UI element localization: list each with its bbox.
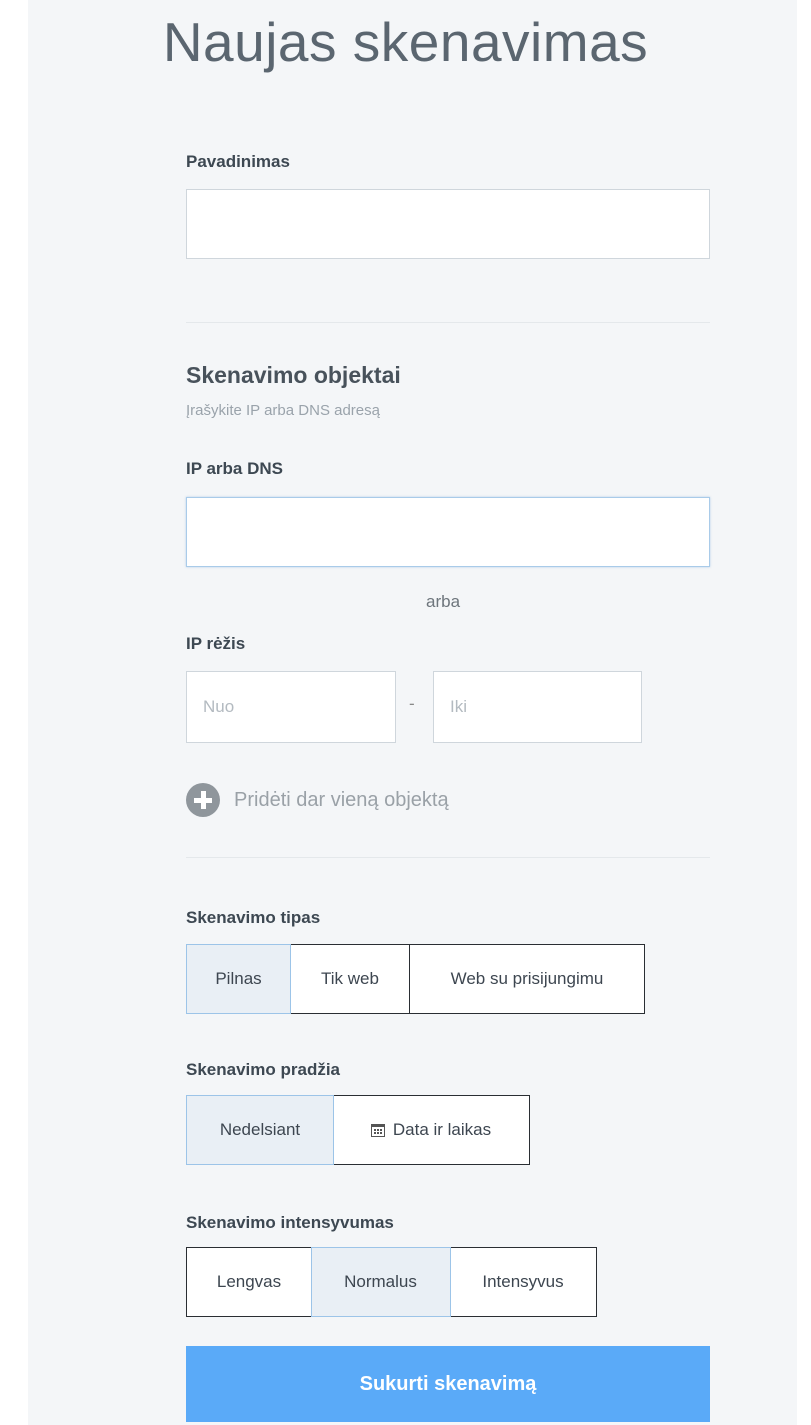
scan-intensity-option-normalus[interactable]: Normalus bbox=[310, 1247, 451, 1317]
plus-circle-icon bbox=[186, 783, 220, 817]
ip-range-label: IP rėžis bbox=[186, 634, 246, 653]
page-container: Naujas skenavimas Pavadinimas Skenavimo … bbox=[0, 0, 811, 1425]
name-label: Pavadinimas bbox=[186, 152, 290, 171]
scan-intensity-toggle-group: Lengvas Normalus Intensyvus bbox=[186, 1247, 597, 1317]
scan-type-label: Skenavimo tipas bbox=[186, 908, 321, 927]
ip-dns-input[interactable] bbox=[186, 497, 710, 567]
page-right-margin bbox=[797, 0, 811, 1425]
scan-type-toggle-group: Pilnas Tik web Web su prisijungimu bbox=[186, 944, 645, 1014]
scan-type-option-web-su-prisijungimu[interactable]: Web su prisijungimu bbox=[409, 944, 645, 1014]
name-input[interactable] bbox=[186, 189, 710, 259]
page-left-margin bbox=[0, 0, 28, 1425]
scan-start-toggle-group: Nedelsiant Data ir laikas bbox=[186, 1095, 530, 1165]
calendar-icon bbox=[370, 1123, 385, 1137]
targets-section-title: Skenavimo objektai bbox=[186, 362, 401, 388]
section-divider bbox=[186, 322, 710, 323]
scan-type-option-tik-web[interactable]: Tik web bbox=[289, 944, 411, 1014]
or-separator-text: arba bbox=[426, 592, 461, 611]
scan-type-option-pilnas[interactable]: Pilnas bbox=[186, 944, 291, 1014]
scan-intensity-option-intensyvus[interactable]: Intensyvus bbox=[449, 1247, 597, 1317]
scan-start-option-data-ir-laikas-label: Data ir laikas bbox=[392, 1120, 492, 1139]
add-target-label: Pridėti dar vieną objektą bbox=[234, 788, 449, 811]
ip-dns-label: IP arba DNS bbox=[186, 459, 284, 478]
ip-range-to-input[interactable] bbox=[433, 671, 642, 743]
scan-intensity-label: Skenavimo intensyvumas bbox=[186, 1213, 394, 1232]
scan-start-label: Skenavimo pradžia bbox=[186, 1060, 341, 1079]
ip-range-separator: - bbox=[409, 694, 415, 713]
page-title: Naujas skenavimas bbox=[162, 11, 649, 73]
scan-start-option-nedelsiant[interactable]: Nedelsiant bbox=[186, 1095, 334, 1165]
targets-hint: Įrašykite IP arba DNS adresą bbox=[186, 402, 380, 419]
create-scan-button[interactable]: Sukurti skenavimą bbox=[186, 1346, 710, 1422]
add-target-button[interactable]: Pridėti dar vieną objektą bbox=[186, 782, 449, 818]
scan-intensity-option-lengvas[interactable]: Lengvas bbox=[186, 1247, 312, 1317]
scan-start-option-data-ir-laikas[interactable]: Data ir laikas bbox=[332, 1095, 530, 1165]
section-divider bbox=[186, 857, 710, 858]
ip-range-from-input[interactable] bbox=[186, 671, 396, 743]
